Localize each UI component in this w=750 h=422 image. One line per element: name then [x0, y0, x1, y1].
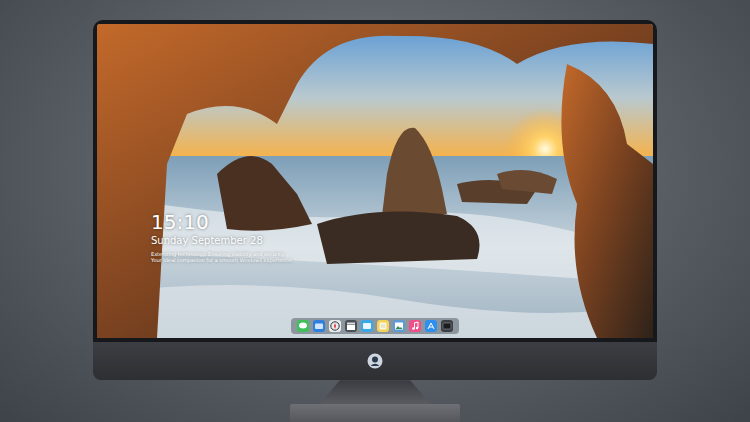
clock-date: Sunday September 28 — [151, 234, 293, 248]
lock-clock: 15:10 Sunday September 28 Extending tech… — [151, 210, 293, 263]
dock — [291, 318, 459, 334]
dock-app[interactable] — [393, 320, 405, 332]
wallpaper-photo — [97, 24, 653, 338]
dock-app[interactable] — [329, 320, 341, 332]
picture-icon — [393, 320, 405, 332]
terminal-icon — [441, 320, 453, 332]
clapper-icon — [345, 320, 357, 332]
dock-app[interactable] — [409, 320, 421, 332]
mockup-background: 15:10 Sunday September 28 Extending tech… — [0, 0, 750, 422]
monitor-chin — [93, 342, 657, 380]
film-icon — [361, 320, 373, 332]
desktop-screen: 15:10 Sunday September 28 Extending tech… — [97, 24, 653, 338]
monitor-bezel: 15:10 Sunday September 28 Extending tech… — [93, 20, 657, 342]
dock-app[interactable] — [377, 320, 389, 332]
notes-icon — [377, 320, 389, 332]
dock-app[interactable] — [297, 320, 309, 332]
monitor-stand-base — [290, 404, 460, 422]
folder-icon — [313, 320, 325, 332]
compass-icon — [329, 320, 341, 332]
chat-icon — [297, 320, 309, 332]
dock-app[interactable] — [313, 320, 325, 332]
caption-line: Your ideal companion for a smooth Window… — [151, 257, 293, 263]
caption-line: Extending technology. Ensuring stability… — [151, 251, 293, 257]
monitor: 15:10 Sunday September 28 Extending tech… — [93, 20, 657, 422]
store-icon — [425, 320, 437, 332]
music-note-icon — [409, 320, 421, 332]
dock-app[interactable] — [345, 320, 357, 332]
clock-time: 15:10 — [151, 210, 293, 234]
dock-app[interactable] — [425, 320, 437, 332]
brand-logo-icon — [367, 353, 383, 369]
monitor-stand-neck — [320, 380, 430, 404]
dock-app[interactable] — [441, 320, 453, 332]
dock-app[interactable] — [361, 320, 373, 332]
